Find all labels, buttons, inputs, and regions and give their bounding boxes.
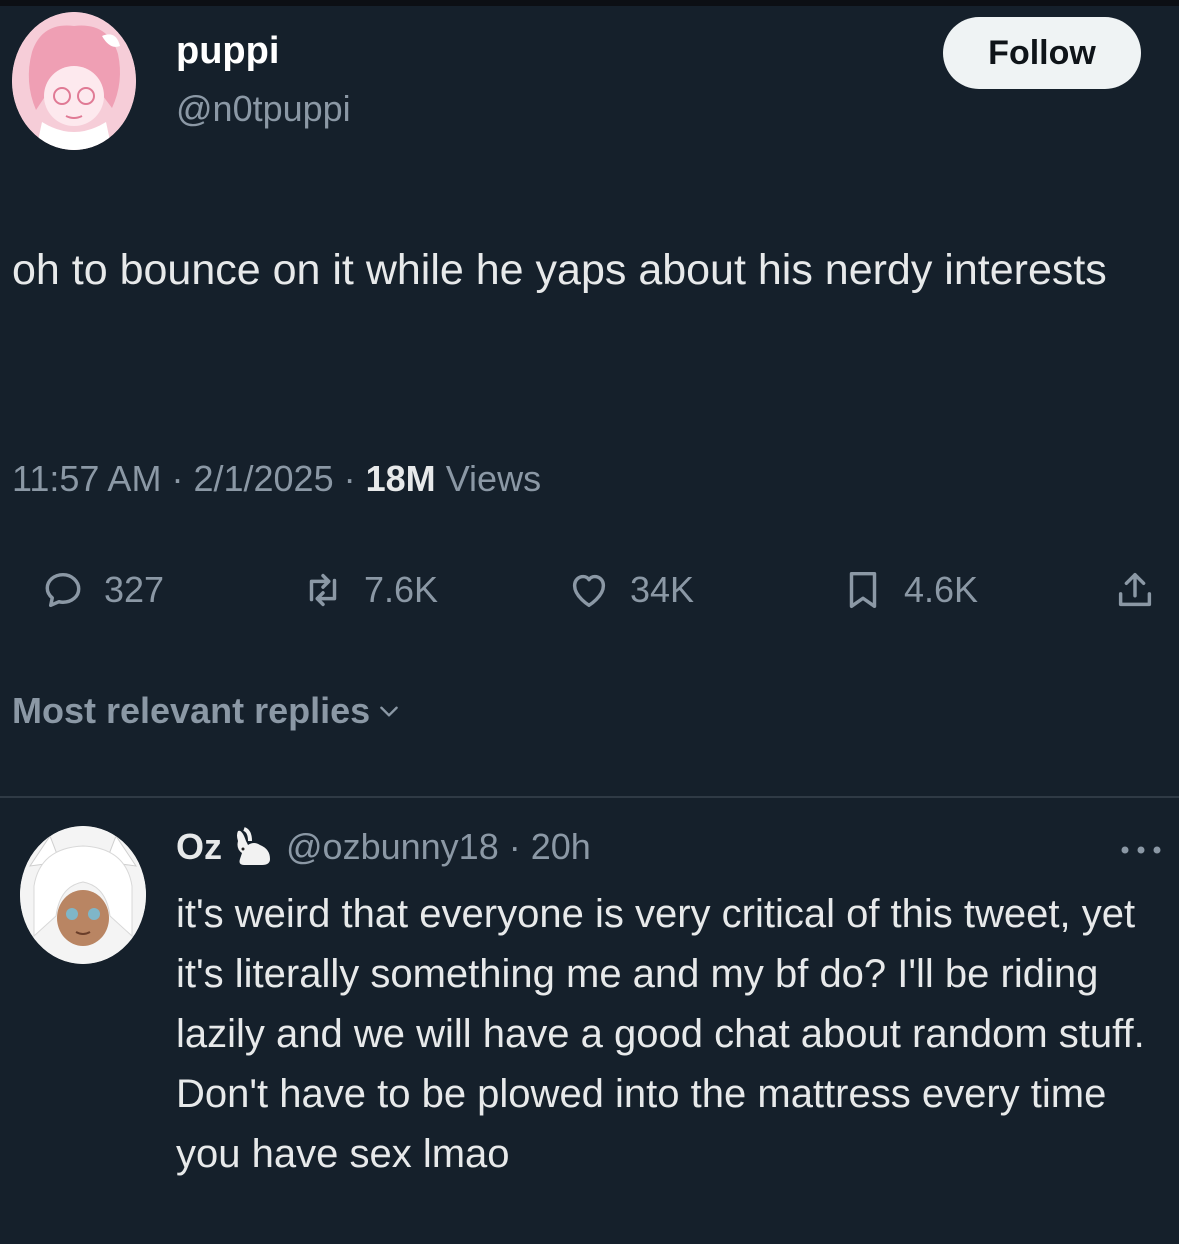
heart-icon [572, 574, 606, 608]
tweet-date[interactable]: 2/1/2025 [193, 458, 333, 499]
replies-sort-label: Most relevant replies [12, 690, 371, 731]
reply-button[interactable]: 327 [40, 560, 164, 620]
bookmark-icon [849, 571, 877, 609]
meta-separator: · [171, 458, 184, 499]
author-display-name[interactable]: puppi [176, 30, 279, 73]
tweet-text: oh to bounce on it while he yaps about h… [12, 246, 1107, 294]
avatar-illustration [20, 826, 146, 964]
like-count: 34K [630, 569, 695, 610]
author-handle[interactable]: @n0tpuppi [176, 88, 351, 130]
share-button[interactable] [1112, 560, 1158, 620]
reply-handle-time[interactable]: @ozbunny18 · 20h [286, 826, 591, 868]
follow-button[interactable]: Follow [943, 17, 1141, 89]
tweet-time[interactable]: 11:57 AM [12, 458, 161, 499]
reply-text: it's weird that everyone is very critica… [176, 892, 1145, 1176]
chevron-down-icon [380, 706, 398, 717]
reply-author-name[interactable]: Oz [176, 826, 222, 868]
more-icon[interactable] [1116, 838, 1166, 862]
bookmark-button[interactable]: 4.6K [840, 560, 978, 620]
action-bar: 327 7.6K 34K 4.6K [0, 560, 1179, 620]
rabbit-icon [237, 827, 271, 865]
views-count: 18M [365, 458, 436, 499]
comment-icon [45, 572, 81, 608]
reply-header: Oz @ozbunny18 · 20h [176, 826, 591, 868]
replies-sort-dropdown[interactable]: Most relevant replies [12, 690, 402, 732]
divider [0, 796, 1179, 798]
avatar-illustration [12, 12, 136, 150]
reply-count: 327 [104, 569, 165, 610]
share-icon [1118, 572, 1152, 607]
author-avatar[interactable] [12, 12, 136, 150]
tweet-meta: 11:57 AM · 2/1/2025 · 18M Views [12, 458, 541, 500]
repost-icon [309, 573, 337, 607]
reply-author-avatar[interactable] [20, 826, 146, 964]
meta-separator: · [343, 458, 356, 499]
views-label: Views [445, 458, 542, 499]
repost-button[interactable]: 7.6K [300, 560, 438, 620]
bookmark-count: 4.6K [904, 569, 979, 610]
like-button[interactable]: 34K [566, 560, 694, 620]
repost-count: 7.6K [364, 569, 439, 610]
top-edge [0, 0, 1179, 6]
